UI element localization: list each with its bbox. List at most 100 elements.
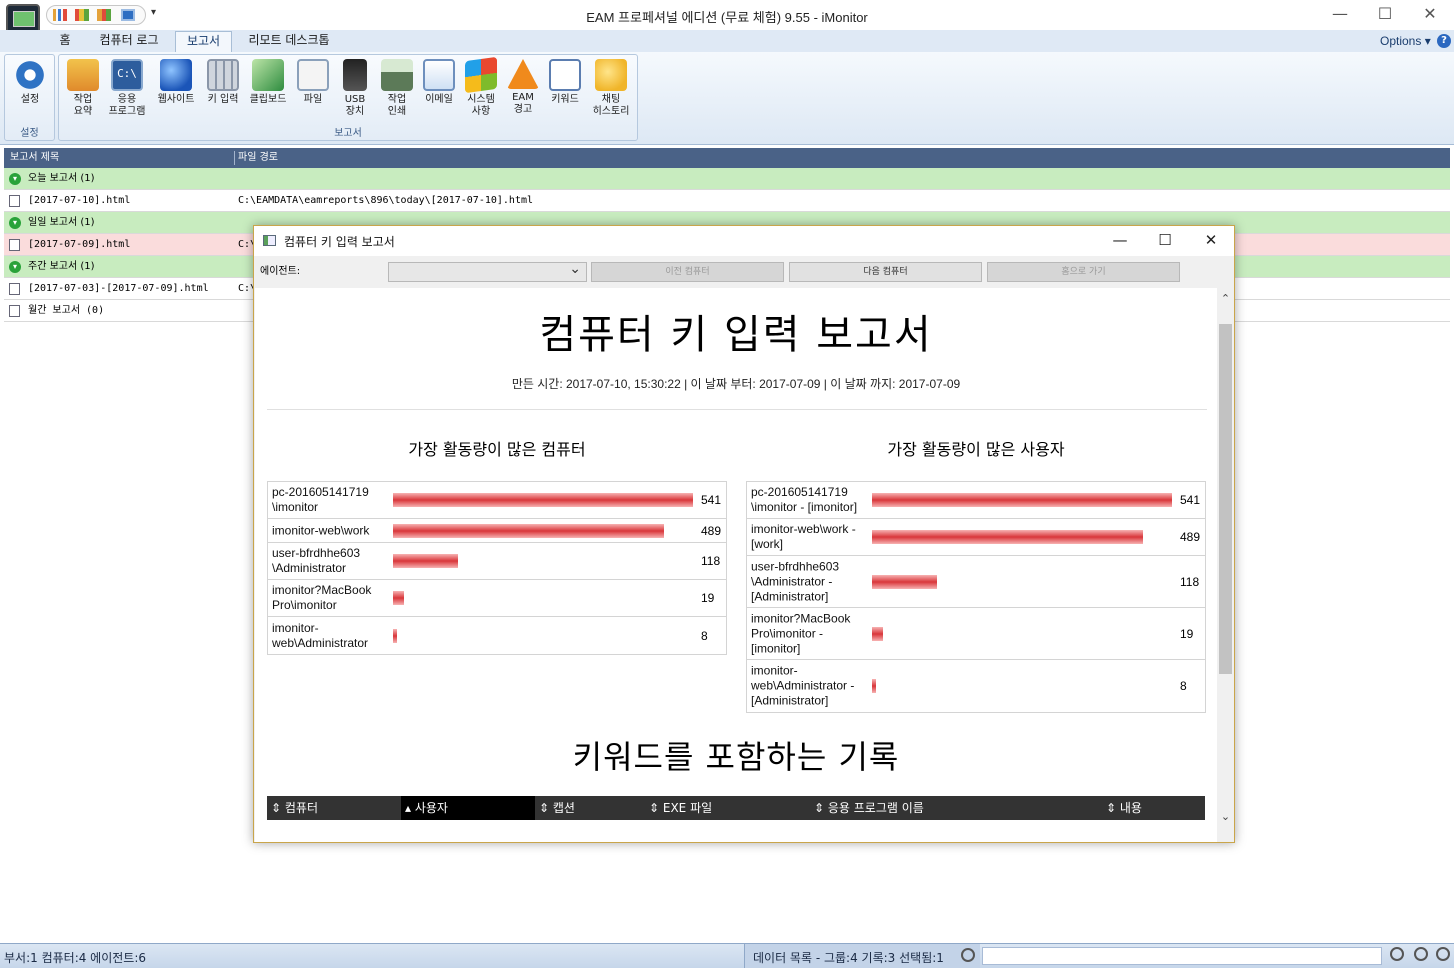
agent-select[interactable]: [388, 261, 587, 282]
search-icon[interactable]: [961, 948, 975, 962]
close-button[interactable]: ✕: [1418, 4, 1442, 26]
bar-row: user-bfrdhhe603 \Administrator 118: [268, 543, 726, 580]
home-button[interactable]: 홈으로 가기: [987, 262, 1180, 282]
column-app-name[interactable]: ⇕ 응용 프로그램 이름: [810, 796, 1102, 820]
next-computer-button[interactable]: 다음 컴퓨터: [789, 262, 982, 282]
report-meta: 만든 시간: 2017-07-10, 15:30:22 | 이 날짜 부터: 2…: [511, 377, 961, 391]
keyword-records-title: 키워드를 포함하는 기록: [572, 738, 900, 776]
bar-row: imonitor- web\Administrator - [Administr…: [747, 660, 1205, 712]
bar-value: 541: [1180, 493, 1201, 507]
minimize-button[interactable]: —: [1328, 4, 1352, 26]
expand-icon[interactable]: ▾: [9, 173, 21, 185]
bar: [393, 591, 404, 605]
zoom-out-icon[interactable]: [1414, 947, 1428, 961]
zoom-reset-icon[interactable]: [1436, 947, 1450, 961]
keystrokes-button[interactable]: 키 입력: [203, 59, 243, 106]
bar-label: imonitor- web\Administrator - [Administr…: [751, 663, 855, 708]
tab-remote-desktop[interactable]: 리모트 데스크톱: [240, 31, 338, 52]
file-icon: [9, 283, 20, 295]
settings-button[interactable]: 설정: [7, 59, 53, 106]
ribbon: 설정 설정 작업 요약 C:\ 응용 프로그램 웹사이트 키 입력 클립보드 파…: [0, 52, 1454, 145]
maximize-button[interactable]: ☐: [1373, 4, 1397, 26]
bar-label: imonitor?MacBook Pro\imonitor: [272, 583, 372, 612]
help-icon[interactable]: ?: [1437, 34, 1451, 48]
usb-devices-button[interactable]: USB 장치: [337, 59, 373, 118]
divider: [267, 409, 1207, 410]
websites-button[interactable]: 웹사이트: [151, 59, 201, 106]
keyword-table-header: ⇕ 컴퓨터 ▴ 사용자 ⇕ 캡션 ⇕ EXE 파일 ⇕ 응용 프로그램 이름 ⇕…: [267, 796, 1205, 820]
tab-reports[interactable]: 보고서: [175, 31, 232, 52]
files-button[interactable]: 파일: [295, 59, 331, 106]
bar: [872, 626, 883, 641]
ribbon-group-label: 보고서: [334, 128, 362, 139]
dialog-title: 컴퓨터 키 입력 보고서: [284, 235, 395, 249]
clipboard-icon: [252, 59, 284, 91]
bar: [393, 493, 693, 507]
bar-row: imonitor- web\Administrator 8: [268, 617, 726, 654]
print-jobs-button[interactable]: 작업 인쇄: [379, 59, 415, 118]
expand-icon[interactable]: ▾: [9, 217, 21, 229]
bar-value: 19: [701, 591, 715, 605]
dialog-minimize-button[interactable]: —: [1105, 229, 1135, 253]
expand-icon[interactable]: ▾: [9, 261, 21, 273]
prev-computer-button[interactable]: 이전 컴퓨터: [591, 262, 784, 282]
status-search-input[interactable]: [982, 947, 1382, 965]
column-header-title[interactable]: 보고서 제목: [10, 148, 59, 168]
windows-icon: [465, 56, 497, 94]
applications-button[interactable]: C:\ 응용 프로그램: [105, 59, 149, 118]
zoom-in-icon[interactable]: [1390, 947, 1404, 961]
mail-icon: [423, 59, 455, 91]
dialog-close-button[interactable]: ✕: [1196, 229, 1226, 253]
status-counts: 부서:1 컴퓨터:4 에이전트:6: [4, 951, 147, 965]
email-button[interactable]: 이메일: [421, 59, 457, 106]
column-header-path[interactable]: 파일 경로: [238, 148, 278, 168]
clipboard-button[interactable]: 클립보드: [245, 59, 291, 106]
bar-row: user-bfrdhhe603 \Administrator - [Admini…: [747, 556, 1205, 608]
file-icon: [9, 305, 20, 317]
report-title: 컴퓨터 키 입력 보고서: [539, 312, 933, 358]
column-separator[interactable]: [234, 151, 235, 165]
column-user[interactable]: ▴ 사용자: [401, 796, 535, 820]
top-computers-title: 가장 활동량이 많은 컴퓨터: [408, 440, 586, 459]
column-exe[interactable]: ⇕ EXE 파일: [645, 796, 810, 820]
keystroke-report-dialog: 컴퓨터 키 입력 보고서 — ☐ ✕ 에이전트: 이전 컴퓨터 다음 컴퓨터 홈…: [253, 225, 1235, 843]
list-group-today[interactable]: ▾ 오늘 보고서 (1): [4, 168, 1450, 190]
column-content[interactable]: ⇕ 내용: [1102, 796, 1205, 820]
column-caption[interactable]: ⇕ 캡션: [535, 796, 645, 820]
dialog-maximize-button[interactable]: ☐: [1150, 229, 1180, 253]
column-computer[interactable]: ⇕ 컴퓨터: [267, 796, 401, 820]
bar-row: imonitor-web\work - [work] 489: [747, 519, 1205, 556]
list-item[interactable]: [2017-07-10].html C:\EAMDATA\eamreports\…: [4, 190, 1450, 212]
system-events-button[interactable]: 시스템 사항: [461, 56, 501, 118]
report-scrollbar[interactable]: ⌃ ⌄: [1217, 288, 1234, 842]
bar-value: 8: [1180, 679, 1187, 693]
scroll-down-icon[interactable]: ⌄: [1217, 808, 1234, 825]
chat-history-button[interactable]: 채팅 히스토리: [587, 59, 635, 118]
options-menu[interactable]: Options ▾: [1380, 34, 1431, 48]
bar-label: user-bfrdhhe603 \Administrator: [272, 546, 361, 575]
dialog-toolbar: 에이전트: 이전 컴퓨터 다음 컴퓨터 홈으로 가기: [254, 256, 1234, 288]
scroll-up-icon[interactable]: ⌃: [1217, 290, 1234, 307]
tab-computer-log[interactable]: 컴퓨터 로그: [90, 31, 168, 52]
work-summary-button[interactable]: 작업 요약: [63, 59, 103, 118]
bar-label: imonitor-web\work - [work]: [751, 522, 856, 551]
terminal-icon: C:\: [111, 59, 143, 91]
people-icon: [67, 59, 99, 91]
scroll-thumb[interactable]: [1219, 324, 1232, 674]
window-title: EAM 프로페셔널 에디션 (무료 체험) 9.55 - iMonitor: [586, 10, 868, 25]
eam-alerts-button[interactable]: EAM 경고: [505, 59, 541, 116]
keyword-doc-icon: [549, 59, 581, 91]
bar-value: 8: [701, 628, 708, 643]
bar-value: 489: [1180, 530, 1201, 544]
bar: [393, 554, 458, 568]
gear-icon: [14, 59, 46, 91]
bar-label: imonitor?MacBook Pro\imonitor - [imonito…: [751, 611, 851, 655]
bar-row: pc-201605141719 \imonitor - [imonitor] 54…: [747, 482, 1205, 519]
keywords-button[interactable]: 키워드: [545, 59, 585, 106]
file-icon: [9, 195, 20, 207]
top-users-title: 가장 활동량이 많은 사용자: [887, 440, 1065, 459]
agent-label: 에이전트:: [260, 266, 301, 277]
tab-home[interactable]: 홈: [50, 31, 80, 52]
globe-icon: [160, 59, 192, 91]
bar-row: pc-201605141719 \imonitor 541: [268, 482, 726, 519]
